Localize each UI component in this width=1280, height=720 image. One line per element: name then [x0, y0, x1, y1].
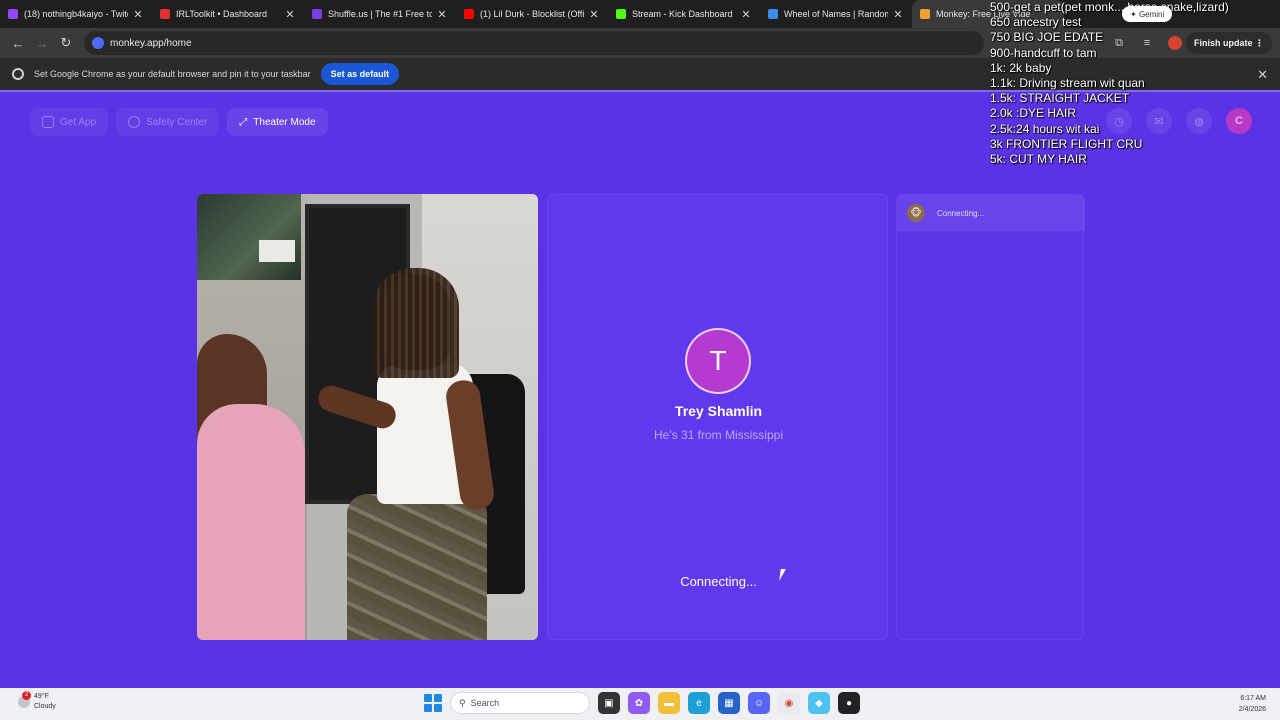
mouse-cursor-icon [779, 569, 791, 581]
goal-line: 750 BIG JOE EDATE [990, 30, 1104, 45]
tab-youtube[interactable]: (1) Lil Durk - Blocklist (Officia ✕ [456, 0, 608, 28]
connecting-status: Connecting... [680, 574, 757, 589]
stream-goals-overlay: 500-get a pet(pet monk... horse,snake,li… [990, 0, 1280, 167]
app-icon[interactable]: ◆ [808, 692, 830, 714]
goal-line: 900-handcuff to tam [990, 45, 1097, 60]
windows-start-icon[interactable] [424, 694, 442, 712]
forward-button[interactable]: → [30, 31, 54, 55]
site-info-icon[interactable] [92, 37, 104, 49]
weather-temp: 49°F [34, 693, 49, 700]
match-card: T Trey Shamlin He's 31 from Mississippi … [547, 194, 888, 640]
wheel-icon [768, 9, 778, 19]
goal-line: 1.5k: STRAIGHT JACKET [990, 91, 1130, 106]
safety-center-label: Safety Center [146, 116, 208, 128]
gemini-icon: ✦ [1130, 9, 1139, 19]
goal-line: 1k: 2k baby [990, 60, 1052, 75]
goal-line: 3k FRONTIER FLIGHT CRU [990, 136, 1143, 151]
self-video-feed [197, 194, 538, 640]
tab-title: Stream - Kick Dashboard [632, 9, 733, 19]
shield-icon [128, 116, 141, 128]
edge-icon[interactable]: e [688, 692, 710, 714]
discord-icon[interactable]: ☺ [748, 692, 770, 714]
system-clock[interactable]: 6:17 AM 2/4/2026 [1239, 693, 1266, 715]
monkey-icon: 🐵 [907, 204, 925, 222]
chat-header: 🐵 Connecting... [897, 195, 1085, 231]
tab-title: Wheel of Names | Random n [784, 9, 888, 19]
chrome-taskbar-icon[interactable]: ◉ [778, 692, 800, 714]
theater-mode-label: Theater Mode [253, 116, 316, 128]
irltoolkit-icon [160, 9, 170, 19]
chat-panel: 🐵 Connecting... [896, 194, 1085, 640]
close-icon[interactable]: ✕ [740, 8, 752, 21]
tab-title: IRLToolkit • Dashboard [176, 9, 268, 19]
weather-widget[interactable]: 2 49°F Cloudy [18, 691, 56, 712]
goal-line: 2.0k :DYE HAIR [990, 106, 1077, 121]
close-icon[interactable]: ✕ [892, 8, 904, 21]
twitch-icon [8, 9, 18, 19]
weather-desc: Cloudy [34, 703, 56, 710]
chat-status: Connecting... [937, 208, 985, 218]
goal-line: 1.1k: Driving stream wit quan [990, 76, 1145, 91]
tab-title: Shuffle.us | The #1 Free to Pl [328, 9, 432, 19]
address-bar[interactable]: monkey.app/home [84, 31, 984, 55]
obs-icon[interactable]: ● [838, 692, 860, 714]
get-app-label: Get App [60, 116, 97, 128]
monkey-page: Get App Safety Center ⤢ Theater Mode ◷ ✉ … [0, 92, 1280, 688]
tab-kick[interactable]: Stream - Kick Dashboard ✕ [608, 0, 760, 28]
shuffle-icon [312, 9, 322, 19]
copilot-icon[interactable]: ✿ [628, 692, 650, 714]
tab-twitch[interactable]: (18) nothingb4kaiyo - Twitch ✕ [0, 0, 152, 28]
url-text: monkey.app/home [110, 37, 192, 49]
search-placeholder: Search [470, 698, 500, 708]
file-explorer-icon[interactable]: ▬ [658, 692, 680, 714]
tab-title: (18) nothingb4kaiyo - Twitch [24, 9, 128, 19]
close-icon[interactable]: ✕ [588, 8, 600, 21]
close-icon[interactable]: ✕ [132, 8, 144, 21]
gemini-label: Gemini [1138, 9, 1165, 19]
match-name: Trey Shamlin [674, 403, 763, 419]
tab-title: (1) Lil Durk - Blocklist (Officia [480, 9, 584, 19]
top-nav: Get App Safety Center ⤢ Theater Mode [30, 108, 328, 136]
task-view-icon[interactable]: ▣ [598, 692, 620, 714]
gemini-button[interactable]: ✦ Gemini [1122, 6, 1173, 22]
match-subtitle: He's 31 from Mississippi [654, 428, 783, 442]
expand-icon: ⤢ [239, 116, 248, 128]
windows-taskbar: 2 49°F Cloudy ⚲ Search ▣ ✿ ▬ e ▦ ☺ ◉ ◆ ●… [0, 688, 1280, 720]
notification-badge: 2 [22, 691, 31, 700]
close-icon[interactable]: ✕ [284, 8, 296, 21]
goal-line: 5k: CUT MY HAIR [990, 152, 1087, 167]
back-button[interactable]: ← [6, 31, 30, 55]
taskbar-apps: ⚲ Search ▣ ✿ ▬ e ▦ ☺ ◉ ◆ ● [424, 692, 860, 714]
safety-center-button[interactable]: Safety Center [116, 108, 220, 136]
get-app-button[interactable]: Get App [30, 108, 109, 136]
youtube-icon [464, 9, 474, 19]
kick-icon [616, 9, 626, 19]
match-avatar: T [685, 328, 751, 394]
goal-line: 2.5k:24 hours wit kai [990, 121, 1100, 136]
monkey-icon [920, 9, 930, 19]
close-icon[interactable]: ✕ [436, 8, 448, 21]
infobar-text: Set Google Chrome as your default browse… [34, 69, 311, 79]
clock-time: 6:17 AM [1240, 695, 1266, 702]
tab-shuffle[interactable]: Shuffle.us | The #1 Free to Pl ✕ [304, 0, 456, 28]
reload-button[interactable]: ↻ [54, 31, 78, 55]
phone-icon [42, 116, 54, 128]
tab-irltoolkit[interactable]: IRLToolkit • Dashboard ✕ [152, 0, 304, 28]
chrome-icon [12, 68, 24, 80]
tab-wheel-of-names[interactable]: Wheel of Names | Random n ✕ [760, 0, 912, 28]
store-icon[interactable]: ▦ [718, 692, 740, 714]
wall-poster [197, 194, 301, 280]
set-default-button[interactable]: Set as default [320, 63, 400, 85]
taskbar-search[interactable]: ⚲ Search [450, 692, 590, 714]
search-icon: ⚲ [459, 697, 471, 708]
clock-date: 2/4/2026 [1238, 706, 1266, 713]
theater-mode-button[interactable]: ⤢ Theater Mode [227, 108, 328, 136]
